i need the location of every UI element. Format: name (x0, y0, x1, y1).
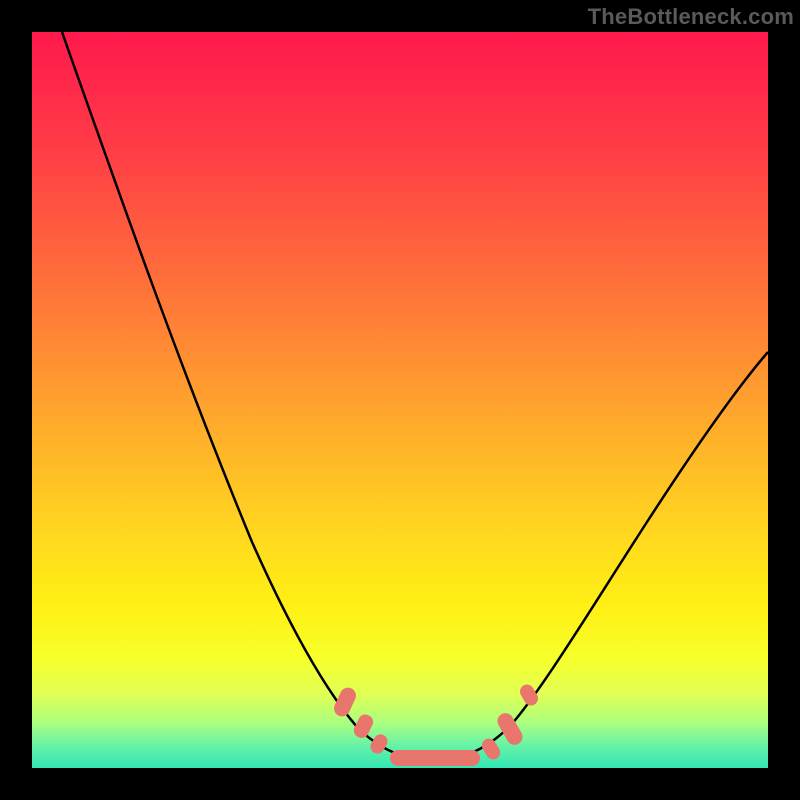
marker-group (331, 682, 540, 766)
marker-dot (495, 710, 526, 747)
bottleneck-curve (62, 32, 768, 760)
marker-dot (479, 736, 503, 762)
marker-dot (331, 685, 358, 719)
watermark-text: TheBottleneck.com (588, 4, 794, 30)
bottleneck-curve-svg (32, 32, 768, 768)
marker-dot (390, 750, 480, 766)
plot-area (32, 32, 768, 768)
marker-dot (517, 682, 540, 708)
chart-frame: TheBottleneck.com (0, 0, 800, 800)
marker-dot (368, 732, 390, 756)
